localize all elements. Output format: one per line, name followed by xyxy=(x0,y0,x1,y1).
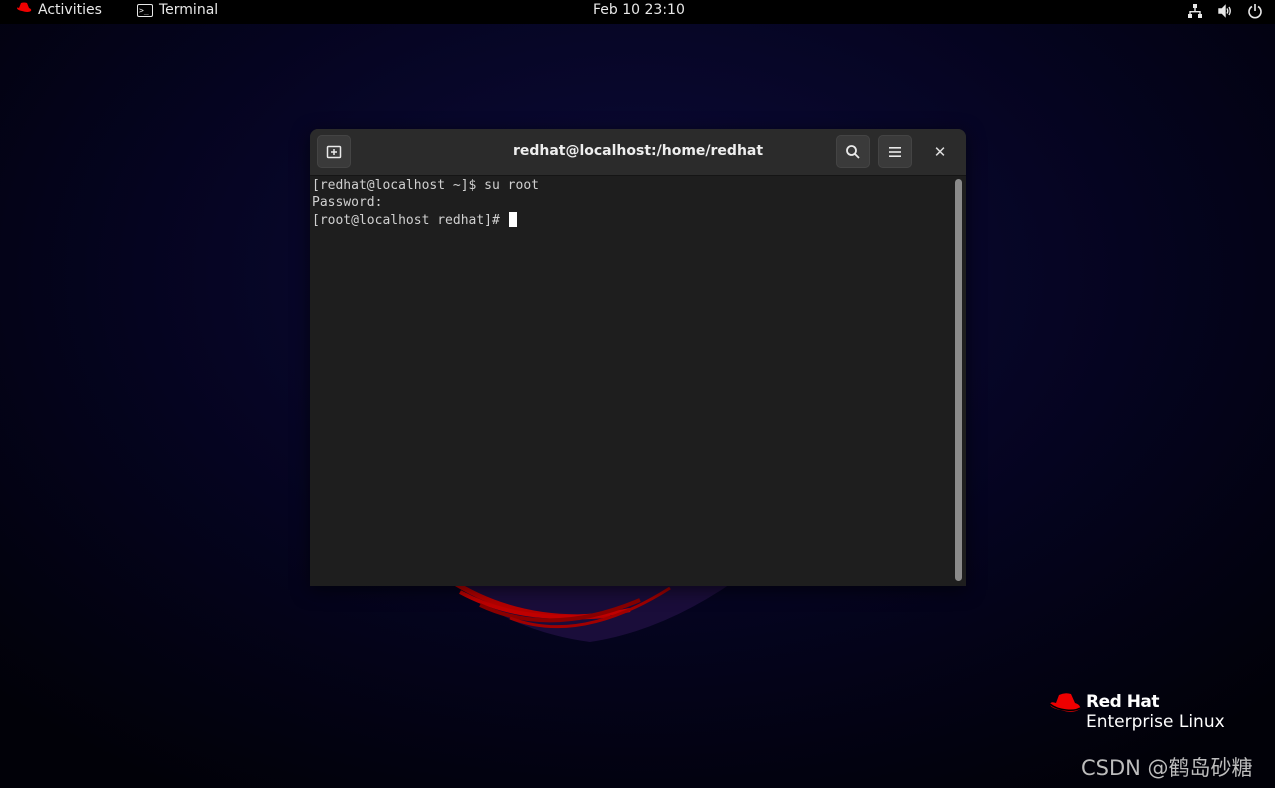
search-button[interactable] xyxy=(836,135,870,168)
brand-name: Red Hat xyxy=(1086,692,1160,712)
hamburger-menu-icon xyxy=(889,146,901,157)
text-cursor xyxy=(508,212,517,227)
top-bar: Activities >_ Terminal Feb 10 23:10 xyxy=(0,0,1275,24)
terminal-prompt-line: [root@localhost redhat]# xyxy=(312,212,517,228)
network-icon[interactable] xyxy=(1187,3,1203,19)
app-menu-terminal[interactable]: >_ Terminal xyxy=(137,2,218,18)
clock[interactable]: Feb 10 23:10 xyxy=(593,2,685,18)
close-icon: ✕ xyxy=(933,143,947,161)
scrollbar[interactable] xyxy=(955,179,962,581)
volume-icon[interactable] xyxy=(1217,3,1233,19)
terminal-output[interactable]: [redhat@localhost ~]$ su root Password: … xyxy=(310,176,954,586)
activities-label: Activities xyxy=(38,2,102,18)
brand-product: Enterprise Linux xyxy=(1086,712,1225,732)
watermark: CSDN @鹤岛砂糖 xyxy=(1081,756,1253,780)
terminal-icon: >_ xyxy=(137,3,153,17)
terminal-line: Password: xyxy=(312,195,383,210)
menu-button[interactable] xyxy=(878,135,912,168)
redhat-logo-icon xyxy=(1049,693,1081,712)
search-icon xyxy=(846,144,860,159)
activities-button[interactable]: Activities xyxy=(16,2,102,18)
terminal-window[interactable]: redhat@localhost:/home/redhat ✕ [redhat@… xyxy=(310,129,966,586)
app-label: Terminal xyxy=(159,2,219,18)
redhat-logo-icon xyxy=(16,2,32,18)
power-icon[interactable] xyxy=(1247,3,1263,19)
close-button[interactable]: ✕ xyxy=(930,142,950,162)
terminal-headerbar[interactable]: redhat@localhost:/home/redhat ✕ xyxy=(310,129,966,176)
terminal-line: [redhat@localhost ~]$ su root xyxy=(312,178,539,193)
terminal-prompt: [root@localhost redhat]# xyxy=(312,213,500,228)
system-tray[interactable] xyxy=(1187,3,1263,19)
